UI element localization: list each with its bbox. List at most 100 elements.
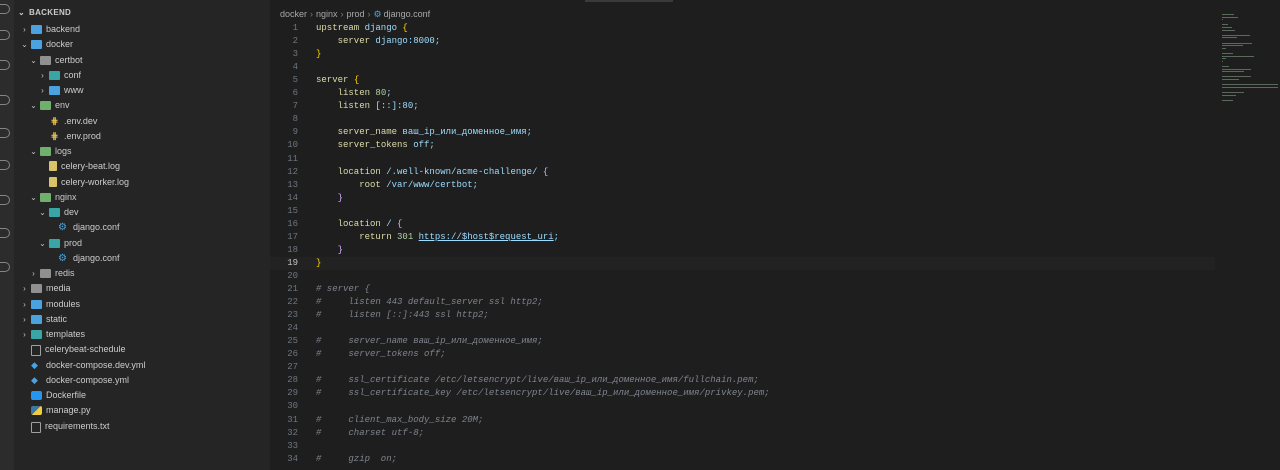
tree-item[interactable]: ⚙ django.conf xyxy=(47,251,120,266)
tree-item-label: www xyxy=(64,85,84,95)
code-line[interactable]: 5 server { xyxy=(270,74,1215,87)
source-control-icon[interactable] xyxy=(0,60,10,70)
breadcrumb-prod[interactable]: prod xyxy=(347,9,365,19)
code-token: # charset utf-8; xyxy=(316,427,425,438)
tree-item[interactable]: › templates xyxy=(20,327,85,342)
code-line[interactable]: 19} xyxy=(270,256,1215,270)
code-line[interactable]: 10 server_tokens off; xyxy=(270,139,1215,152)
tree-item-label: env xyxy=(55,100,70,111)
tree-item[interactable]: ⌄ docker xyxy=(20,37,73,52)
tree-item[interactable]: celery-worker.log xyxy=(38,175,129,190)
line-number: 14 xyxy=(287,192,298,203)
code-line[interactable]: 20 xyxy=(270,270,1215,283)
extensions-icon[interactable] xyxy=(0,128,10,138)
breadcrumb-docker[interactable]: docker xyxy=(280,9,307,19)
tree-item[interactable]: › backend xyxy=(20,22,80,37)
tree-item-label: backend xyxy=(46,24,81,34)
code-line[interactable]: 29 # ssl_certificate_key /etc/letsencrypt… xyxy=(270,387,1215,400)
code-line[interactable]: 16 location / { xyxy=(270,218,1215,231)
code-line[interactable]: 17 return 301 https://$host$request_uri; xyxy=(270,231,1215,244)
code-token: server xyxy=(337,36,376,47)
code-line[interactable]: 31 # client_max_body_size 20M; xyxy=(270,414,1215,427)
search-icon[interactable] xyxy=(0,30,10,40)
minimap-line xyxy=(1222,66,1229,67)
code-line[interactable]: 25 # server_name ваш_ip_или_доменное_имя; xyxy=(270,335,1215,348)
code-line[interactable]: 4 xyxy=(270,61,1215,74)
code-line[interactable]: 33 xyxy=(270,440,1215,453)
remote-explorer-icon[interactable] xyxy=(0,160,10,170)
folder-icon xyxy=(49,238,60,248)
code-line[interactable]: 30 xyxy=(270,400,1215,413)
code-line[interactable]: 26 # server_tokens off; xyxy=(270,348,1215,361)
code-line[interactable]: 18 } xyxy=(270,244,1215,257)
tree-item[interactable]: ⌄ nginx xyxy=(29,190,77,205)
tree-item[interactable]: Dockerfile xyxy=(20,388,86,403)
breadcrumb-file[interactable]: django.conf xyxy=(384,9,431,19)
code-token: } xyxy=(337,192,344,203)
tree-item[interactable]: requirements.txt xyxy=(20,419,110,434)
code-line[interactable]: 2 server django:8000; xyxy=(270,35,1215,48)
chevron-down-icon: ⌄ xyxy=(30,101,37,111)
code-line[interactable]: 14 } xyxy=(270,192,1215,205)
tree-item[interactable]: ⚙ django.conf xyxy=(47,220,120,235)
code-line[interactable]: 24 xyxy=(270,322,1215,335)
code-line[interactable]: 15 xyxy=(270,205,1215,218)
code-line[interactable]: 7 listen [::]:80; xyxy=(270,100,1215,113)
tree-item[interactable]: manage.py xyxy=(20,403,91,418)
code-link[interactable]: https://$host$request_uri xyxy=(419,232,554,242)
tree-item[interactable]: › conf xyxy=(38,68,81,83)
tree-item[interactable]: › redis xyxy=(29,266,75,281)
code-token: server xyxy=(316,75,354,86)
code-line[interactable]: 27 xyxy=(270,361,1215,374)
tree-item[interactable]: › media xyxy=(20,281,71,296)
docker-folder-icon xyxy=(31,40,42,50)
code-line[interactable]: 34 # gzip on; xyxy=(270,453,1215,466)
tree-item[interactable]: › static xyxy=(20,312,67,327)
minimap-line xyxy=(1222,76,1252,78)
testing-icon[interactable] xyxy=(0,195,10,205)
code-line[interactable]: 32 # charset utf-8; xyxy=(270,427,1215,440)
tree-item[interactable]: ◆ docker-compose.dev.yml xyxy=(20,358,145,373)
code-line[interactable]: 9 server_name ваш_ip_или_доменное_имя; xyxy=(270,126,1215,139)
tree-item[interactable]: ⌄ logs xyxy=(29,144,72,159)
code-line[interactable]: 6 listen 80; xyxy=(270,87,1215,100)
line-number: 33 xyxy=(287,440,298,451)
line-number: 24 xyxy=(287,323,298,334)
code-line[interactable]: 8 xyxy=(270,113,1215,126)
explorer-section-header[interactable]: ⌄ BACKEND xyxy=(18,8,71,17)
code-token: location xyxy=(337,166,387,177)
tree-item-label: conf xyxy=(64,69,82,80)
breadcrumb-nginx[interactable]: nginx xyxy=(316,9,338,19)
explorer-icon[interactable] xyxy=(0,4,10,14)
tree-item[interactable]: celerybeat-schedule xyxy=(20,342,126,357)
minimap-line xyxy=(1222,92,1244,93)
tree-item[interactable]: ⌄ env xyxy=(29,98,70,113)
tree-item[interactable]: ⋕ .env.prod xyxy=(38,129,101,144)
code-line[interactable]: 22 # listen 443 default_server ssl http2; xyxy=(270,296,1215,309)
tree-item[interactable]: ◆ docker-compose.yml xyxy=(20,373,129,388)
code-line[interactable]: 23 # listen [::]:443 ssl http2; xyxy=(270,309,1215,322)
minimap[interactable] xyxy=(1222,14,1280,114)
tree-item[interactable]: celery-beat.log xyxy=(38,159,120,174)
code-line[interactable]: 3} xyxy=(270,48,1215,61)
code-line[interactable]: 21 # server { xyxy=(270,283,1215,296)
tree-item[interactable]: ⌄ prod xyxy=(38,236,82,251)
minimap-line xyxy=(1222,42,1253,44)
code-line[interactable]: 12 location /.well-known/acme-challenge/… xyxy=(270,166,1215,179)
timeline-icon[interactable] xyxy=(0,228,10,238)
tree-item[interactable]: ⋕ .env.dev xyxy=(38,114,98,129)
tree-item-label: redis xyxy=(55,268,75,278)
tree-item[interactable]: › modules xyxy=(20,297,80,312)
run-debug-icon[interactable] xyxy=(0,95,10,105)
tree-item[interactable]: ⌄ certbot xyxy=(29,53,83,68)
tree-item[interactable]: ⌄ dev xyxy=(38,205,79,220)
code-line[interactable]: 13 root /var/www/certbot; xyxy=(270,179,1215,192)
line-number: 18 xyxy=(287,244,298,255)
code-line[interactable]: 1 upstream django { xyxy=(270,22,1215,35)
code-line[interactable]: 11 xyxy=(270,153,1215,166)
tree-item[interactable]: › www xyxy=(38,83,84,98)
minimap-line xyxy=(1222,29,1236,31)
code-line[interactable]: 28 # ssl_certificate /etc/letsencrypt/liv… xyxy=(270,374,1215,387)
tools-icon[interactable] xyxy=(0,262,10,272)
